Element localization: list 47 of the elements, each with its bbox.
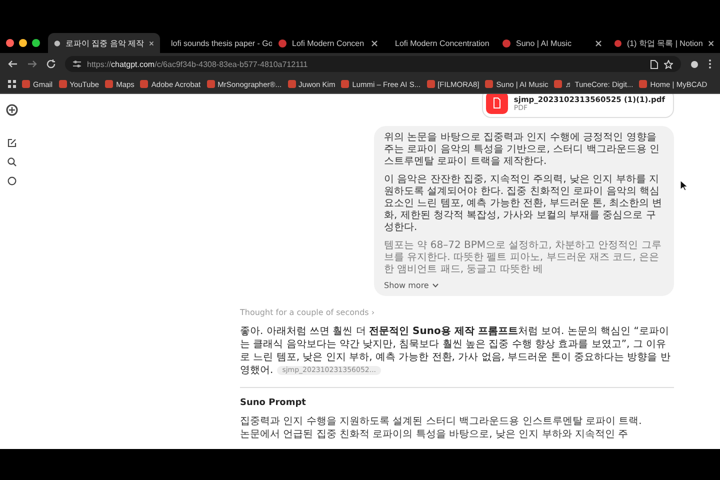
message-paragraph: 위의 논문을 바탕으로 집중력과 인지 수행에 긍정적인 영향을 주는 로파이 음악의 특성을 기반으로, 스터디 백그라운드용 인스트루멘탈 로파이 트랙을 제작한다. <box>384 132 660 169</box>
maximize-window-icon[interactable] <box>32 39 40 47</box>
message-paragraph: 이 음악은 잔잔한 집중, 지속적인 주의력, 낮은 인지 부하를 지원하도록 설계되어야 한다. 집중 친화적인 로파이 음악의 핵심 요소인 느린 템포, 예측 가능한 전환, 부드러운 톤, 최소한의 변화, 제한된 청각적 복잡성, 가사와 보컬의 부재를 중심으로 구성한다. <box>384 174 664 234</box>
message-paragraph: 템포는 약 68–72 BPM으로 설정하고, 차분하고 안정적인 그루브를 유지한다. 따뜻한 펠트 피아노, 부드러운 재즈 코드, 은은한 앰비언트 패드, 둥글고 따뜻한 베 <box>384 240 662 276</box>
favicon-icon <box>554 80 562 88</box>
site-settings-icon[interactable] <box>73 60 81 68</box>
cursor-icon <box>680 180 688 191</box>
reload-icon[interactable] <box>46 59 56 69</box>
favicon-icon <box>614 38 622 48</box>
favicon-icon <box>206 80 215 88</box>
favicon-icon <box>22 80 30 88</box>
browser-tab[interactable]: 로파이 집중 음악 제작 <box>48 33 160 53</box>
back-icon[interactable] <box>8 59 18 69</box>
forward-icon[interactable] <box>27 59 37 69</box>
favicon-icon <box>341 80 350 88</box>
chevron-down-icon <box>432 283 439 288</box>
apps-grid-icon[interactable] <box>8 80 16 88</box>
new-chat-icon[interactable] <box>7 138 17 148</box>
logo-icon[interactable] <box>6 104 18 116</box>
favicon-icon <box>288 80 296 88</box>
close-icon[interactable] <box>708 40 714 46</box>
address-bar[interactable]: https://chatgpt.com/c/6ac9f34b-4308-83ea-b577-4810a712111 <box>65 56 681 72</box>
favicon-icon <box>58 80 67 88</box>
favicon-icon <box>278 38 287 48</box>
close-icon[interactable] <box>371 40 378 46</box>
prompt-text-line: 집중력과 인지 수행을 지원하도록 설계된 스터디 백그라운드용 인스트루멘탈 로파이 트랙. <box>240 416 643 429</box>
prompt-text-line: 논문에서 언급된 집중 친화적 로파이의 특성을 바탕으로, 낮은 인지 부하와 지속적인 주 <box>240 428 630 442</box>
favicon-icon <box>502 38 511 48</box>
close-window-icon[interactable] <box>6 39 14 47</box>
document-icon[interactable] <box>650 60 658 68</box>
star-icon[interactable] <box>664 60 673 68</box>
close-icon[interactable] <box>149 40 154 46</box>
favicon-icon <box>639 80 648 88</box>
favicon-icon <box>485 80 494 88</box>
extension-icon[interactable] <box>690 60 699 68</box>
favicon-icon <box>105 80 114 88</box>
show-more-button[interactable]: Show more <box>384 281 439 290</box>
favicon-icon <box>426 80 435 88</box>
favicon-icon <box>140 80 148 88</box>
minimize-window-icon[interactable] <box>19 39 27 47</box>
url-text: https://chatgpt.com/c/6ac9f34b-4308-83ea-b577-4810a712111 <box>87 60 308 68</box>
section-heading: Suno Prompt <box>240 398 307 408</box>
close-icon[interactable] <box>595 40 602 46</box>
menu-icon[interactable] <box>708 59 712 69</box>
circle-icon[interactable] <box>7 176 17 186</box>
favicon-icon <box>54 38 60 48</box>
search-icon[interactable] <box>7 157 17 167</box>
